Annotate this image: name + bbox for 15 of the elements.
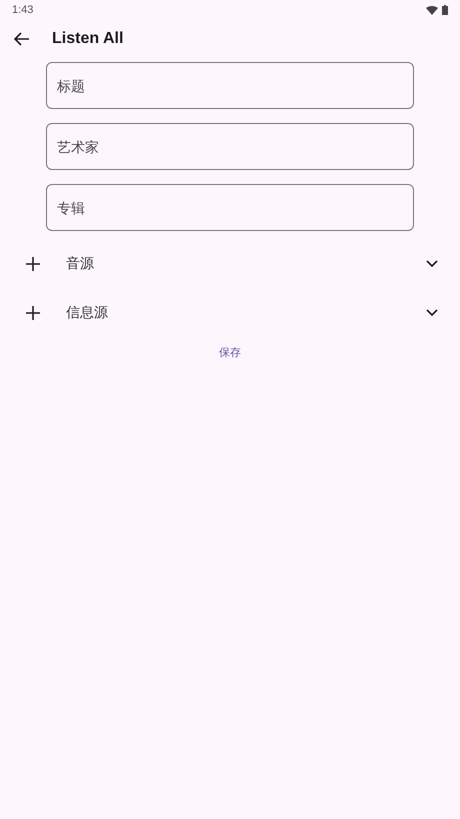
plus-icon[interactable] bbox=[26, 256, 40, 270]
chevron-down-icon[interactable] bbox=[426, 308, 438, 317]
section-label[interactable]: 信息源 bbox=[66, 302, 426, 323]
wifi-icon bbox=[426, 6, 438, 14]
chevron-down-icon[interactable] bbox=[426, 259, 438, 268]
section-label[interactable]: 音源 bbox=[66, 253, 426, 274]
input-field[interactable]: 标题 bbox=[46, 62, 414, 109]
back-arrow-icon[interactable] bbox=[14, 32, 30, 46]
plus-icon[interactable] bbox=[26, 306, 40, 320]
status-time: 1:43 bbox=[12, 2, 34, 18]
input-field[interactable]: 艺术家 bbox=[46, 123, 414, 170]
save-button[interactable]: 保存 bbox=[211, 341, 249, 366]
battery-icon bbox=[442, 5, 448, 15]
app-title: Listen All bbox=[52, 29, 124, 49]
input-field[interactable]: 专辑 bbox=[46, 184, 414, 231]
